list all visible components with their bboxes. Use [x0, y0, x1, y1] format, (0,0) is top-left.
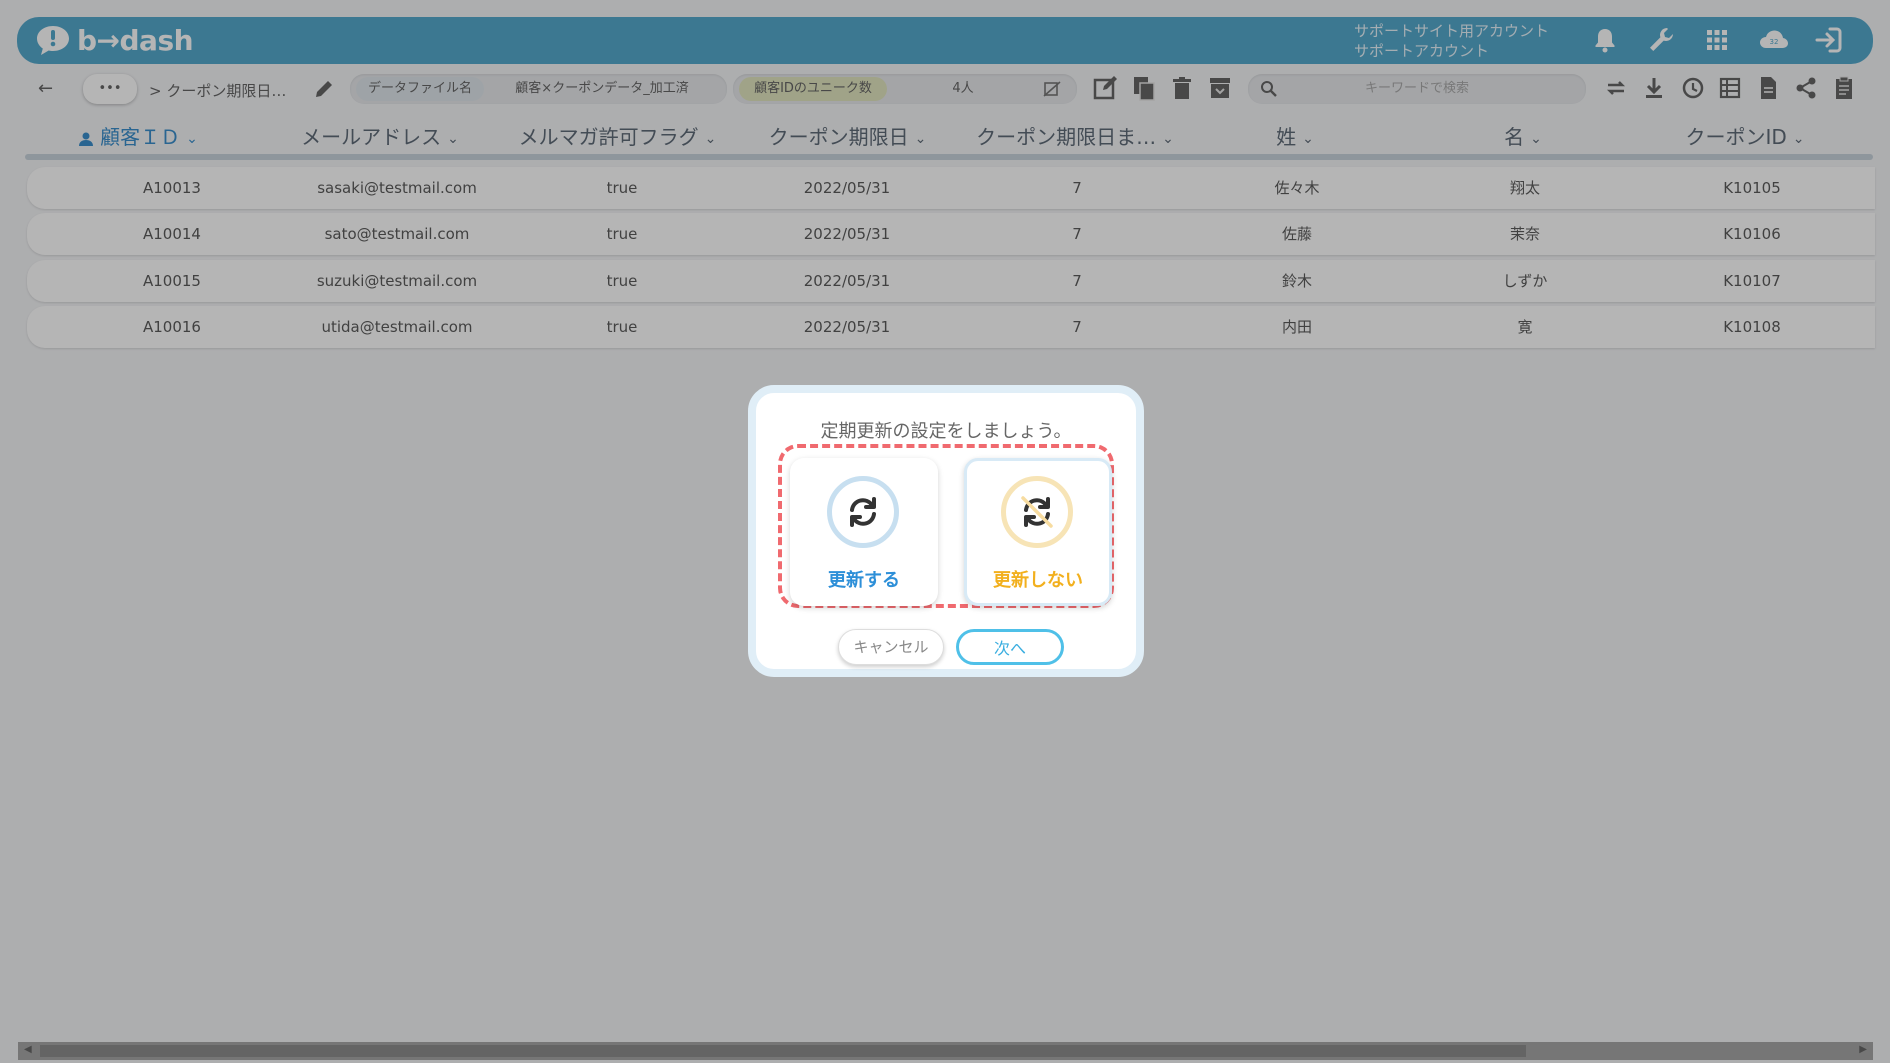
no-update-circle — [1001, 476, 1073, 548]
dialog-title: 定期更新の設定をしましょう。 — [820, 421, 1072, 442]
no-update-option-label: 更新しない — [993, 570, 1083, 591]
options-highlight: 更新する 更新しない — [778, 444, 1114, 608]
update-option-label: 更新する — [828, 570, 900, 591]
no-update-option-card[interactable]: 更新しない — [964, 458, 1112, 606]
cancel-button[interactable]: キャンセル — [838, 629, 944, 665]
next-button[interactable]: 次へ — [956, 629, 1064, 665]
update-circle — [827, 476, 899, 548]
sync-icon — [850, 497, 876, 527]
schedule-update-dialog: 定期更新の設定をしましょう。 更新する 更新しない キャンセル 次へ — [748, 385, 1144, 677]
sync-disabled-icon — [1021, 496, 1053, 528]
update-option-card[interactable]: 更新する — [790, 458, 938, 606]
